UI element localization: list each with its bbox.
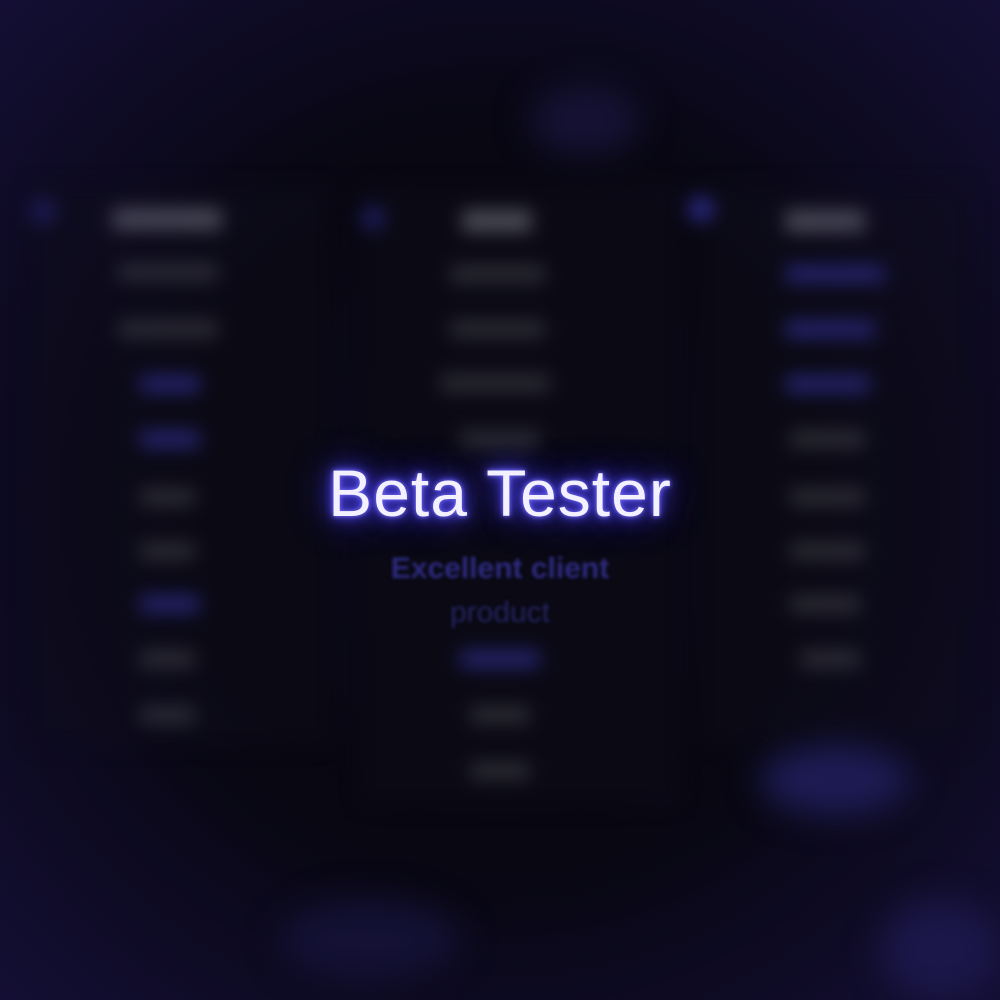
- panel-center-row: [450, 320, 545, 338]
- panel-left-row: [140, 650, 195, 668]
- hero-heading-container: Beta Tester: [0, 455, 1000, 531]
- panel-right-icon: [688, 196, 714, 222]
- panel-left-row: [140, 375, 200, 393]
- panel-right-row: [785, 375, 870, 393]
- hero-title: Beta Tester: [328, 456, 672, 530]
- panel-left-row: [118, 320, 218, 338]
- panel-right-row: [800, 650, 860, 668]
- panel-right-row: [785, 265, 885, 283]
- panel-left-row: [140, 430, 200, 448]
- panel-center-row: [450, 265, 545, 283]
- panel-center-icon: [360, 205, 386, 231]
- panel-center-heading: [462, 210, 532, 232]
- panel-left-heading: [112, 208, 222, 230]
- hero-subtitle-line-1: Excellent client: [390, 552, 610, 585]
- panel-right-heading: [785, 210, 865, 232]
- panel-center-row: [470, 706, 530, 724]
- panel-left-icon: [30, 198, 56, 224]
- panel-center-row: [460, 650, 540, 668]
- ambient-glow: [880, 900, 1000, 1000]
- panel-right-row: [785, 320, 875, 338]
- panel-center-row: [470, 762, 530, 780]
- hero-subtitle-line-2: product: [449, 596, 551, 629]
- ambient-glow: [280, 900, 460, 980]
- ambient-glow: [760, 745, 910, 815]
- panel-left-row: [140, 706, 195, 724]
- panel-left-row: [118, 263, 218, 281]
- panel-center-row: [440, 374, 550, 392]
- panel-center-row: [460, 430, 540, 448]
- ambient-glow: [530, 85, 640, 155]
- screen: Beta Tester Excellent client product: [0, 0, 1000, 1000]
- panel-right-row: [790, 430, 865, 448]
